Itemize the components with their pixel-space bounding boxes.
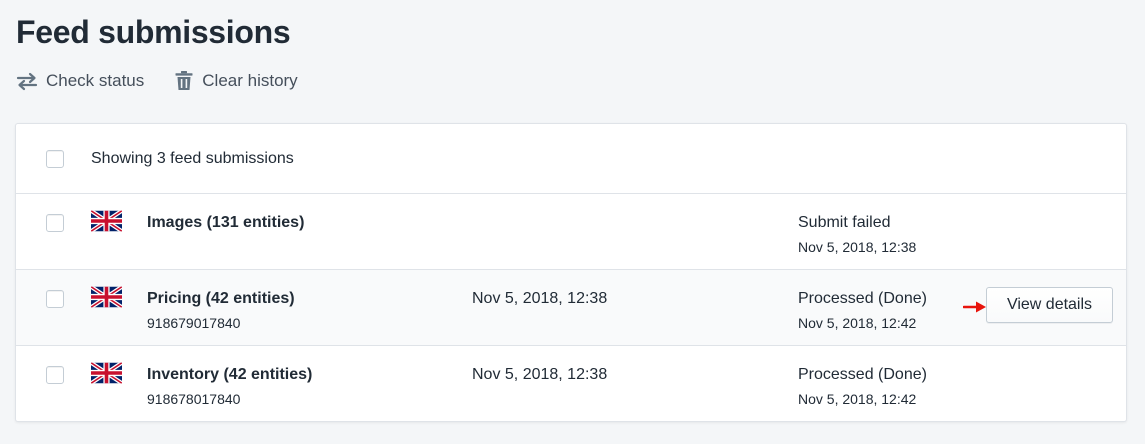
row-checkbox[interactable] <box>46 366 64 384</box>
row-checkbox[interactable] <box>46 290 64 308</box>
table-row[interactable]: Pricing (42 entities) 918679017840 Nov 5… <box>16 270 1126 346</box>
clear-history-label: Clear history <box>202 70 298 90</box>
view-details-button[interactable]: View details <box>986 287 1113 323</box>
status-time: Nov 5, 2018, 12:38 <box>798 239 917 255</box>
list-header: Showing 3 feed submissions <box>16 124 1126 194</box>
uk-flag-icon <box>91 286 122 308</box>
check-status-label: Check status <box>46 70 145 90</box>
clear-history-button[interactable]: Clear history <box>174 70 298 91</box>
select-all-checkbox[interactable] <box>46 150 64 168</box>
trash-icon <box>175 71 193 90</box>
submission-id: 918679017840 <box>147 315 241 331</box>
table-row[interactable]: Images (131 entities) Submit failed Nov … <box>16 194 1126 270</box>
submission-status: Processed (Done) <box>798 366 927 383</box>
page-actions: Check status Clear history <box>16 70 328 91</box>
submission-name: Pricing (42 entities) <box>147 290 295 307</box>
submission-status: Processed (Done) <box>798 290 927 307</box>
red-arrow-icon <box>963 301 986 313</box>
submission-name: Inventory (42 entities) <box>147 366 313 383</box>
status-time: Nov 5, 2018, 12:42 <box>798 315 917 331</box>
page-title: Feed submissions <box>16 14 291 50</box>
table-row[interactable]: Inventory (42 entities) 918678017840 Nov… <box>16 346 1126 421</box>
swap-arrows-icon <box>16 72 38 90</box>
submission-id: 918678017840 <box>147 391 241 407</box>
status-time: Nov 5, 2018, 12:42 <box>798 391 917 407</box>
feed-submissions-list: Showing 3 feed submissions Images (131 e… <box>15 123 1127 422</box>
uk-flag-icon <box>91 210 122 232</box>
submitted-at: Nov 5, 2018, 12:38 <box>472 366 608 383</box>
row-checkbox[interactable] <box>46 214 64 232</box>
check-status-button[interactable]: Check status <box>16 71 144 91</box>
uk-flag-icon <box>91 362 122 384</box>
submitted-at: Nov 5, 2018, 12:38 <box>472 290 608 307</box>
submission-status: Submit failed <box>798 214 891 231</box>
submission-name: Images (131 entities) <box>147 214 305 231</box>
list-summary: Showing 3 feed submissions <box>91 150 294 167</box>
